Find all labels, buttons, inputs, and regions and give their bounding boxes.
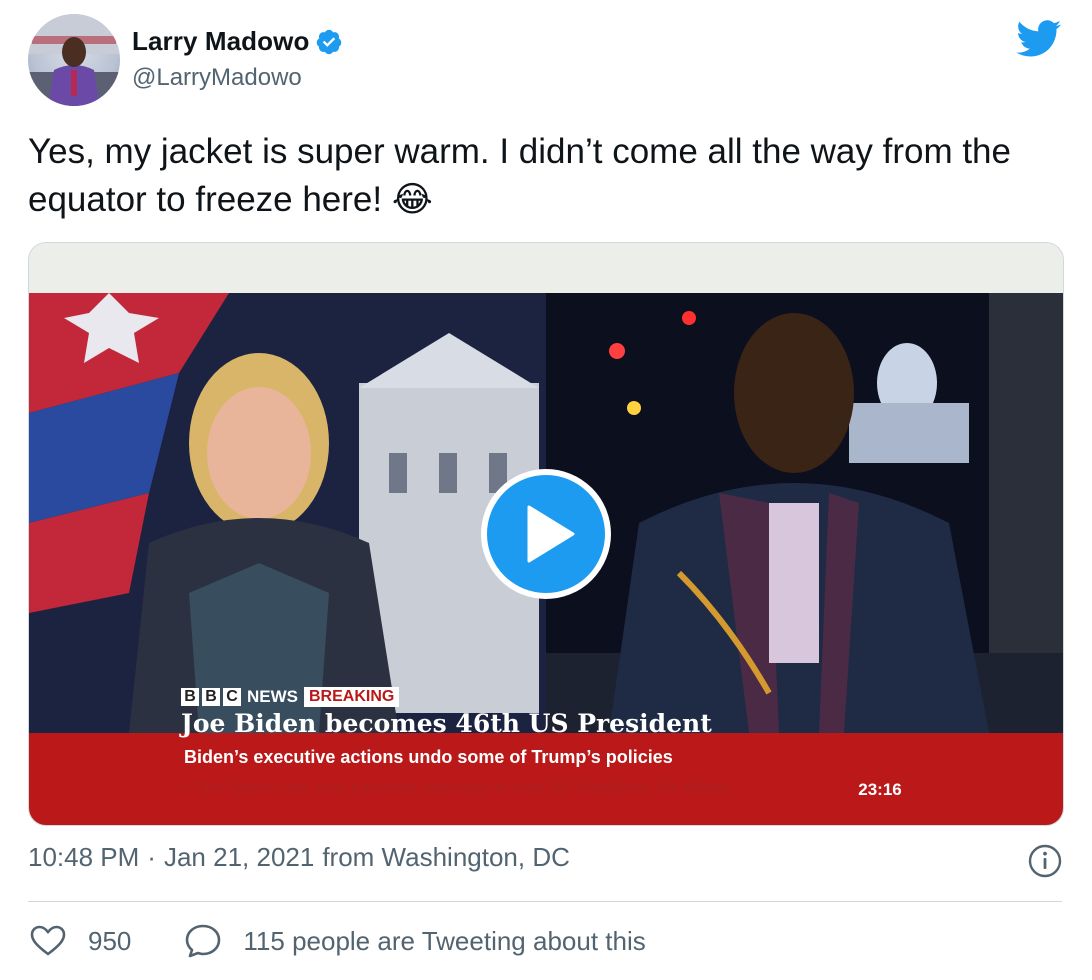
tweet-text: Yes, my jacket is super warm. I didn’t c… [28,132,1011,219]
bbc-news-logo: B B C NEWS BREAKING [181,687,400,707]
broadcast-clock: 23:16 [849,777,911,803]
tweeting-about-text: 115 people are Tweeting about this [243,925,646,956]
like-count: 950 [88,925,132,956]
news-headline: Joe Biden becomes 46th US President [181,709,712,738]
news-ticker: • The Queen has sent a private message t… [184,779,730,796]
play-icon [527,505,575,563]
verified-badge-icon [317,29,342,54]
news-subheadline: Biden’s executive actions undo some of T… [184,747,673,767]
tweet-location: from Washington, DC [322,842,570,872]
like-button[interactable]: 950 [30,925,131,957]
handle[interactable]: @LarryMadowo [132,64,302,92]
twitter-bird-icon[interactable] [1016,20,1062,58]
tweet-actions: 950 115 people are Tweeting about this [30,924,646,958]
tweet-meta: 10:48 PM · Jan 21, 2021 from Washington,… [28,842,570,873]
video-card[interactable]: B B C NEWS BREAKING Joe Biden becomes 46… [28,242,1064,826]
display-name[interactable]: Larry Madowo [132,26,309,57]
info-icon[interactable] [1028,844,1062,878]
avatar[interactable] [28,14,120,106]
meta-separator: · [147,842,156,872]
speech-bubble-icon [186,924,221,958]
news-label: NEWS [247,687,298,706]
tweeting-about-link[interactable]: 115 people are Tweeting about this [185,924,646,958]
heart-icon [30,925,66,956]
breaking-label: BREAKING [304,687,400,707]
tweet-time[interactable]: 10:48 PM [28,842,139,873]
divider [28,901,1062,902]
play-button[interactable] [481,469,611,599]
tweet-date[interactable]: Jan 21, 2021 [164,842,314,873]
